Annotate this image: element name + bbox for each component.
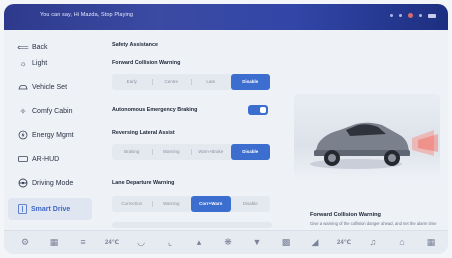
battery-icon xyxy=(428,13,436,18)
ldw-segmented-control: Correction Warning Corr+Warn Disable xyxy=(112,196,270,212)
sidebar-item-ar-hud[interactable]: AR-HUD xyxy=(18,154,59,164)
sidebar-item-back[interactable]: ⟸ Back xyxy=(17,42,48,52)
panel-title: Safety Assistance xyxy=(112,42,158,48)
sidebar-item-label: Driving Mode xyxy=(32,179,74,187)
defrost-rear-icon[interactable]: ▩ xyxy=(279,236,293,248)
bluetooth-icon xyxy=(399,14,402,17)
feature-preview: Forward Collision Warning Give a warning… xyxy=(280,30,448,230)
wiper-icon[interactable]: ⌞ xyxy=(163,236,177,248)
sidebar-item-comfy-cabin[interactable]: ✧ Comfy Cabin xyxy=(18,106,73,116)
bottom-dock: ⚙ ▦ ≡ 24℃ ◡ ⌞ ▴ ❋ ▼ ▩ ◢ 24℃ ♫ ⌂ ▦ xyxy=(4,230,448,254)
ldw-option-disable[interactable]: Disable xyxy=(231,196,271,212)
aeb-toggle[interactable] xyxy=(248,105,268,115)
fcw-option-late[interactable]: Late xyxy=(191,74,231,90)
scroll-hint xyxy=(112,222,272,228)
rla-option-warn-brake[interactable]: Warn+Brake xyxy=(191,144,231,160)
status-bar: You can say, Hi Mazda, Stop Playing xyxy=(4,4,448,30)
ldw-option-corr-warn[interactable]: Corr+Warn xyxy=(191,196,231,212)
smart-drive-icon xyxy=(17,204,27,214)
status-icons xyxy=(390,13,436,18)
sidebar-item-label: Comfy Cabin xyxy=(32,107,73,115)
sidebar-item-label: AR-HUD xyxy=(32,155,60,163)
voice-hint-text: You can say, Hi Mazda, Stop Playing xyxy=(40,12,134,18)
ldw-option-correction[interactable]: Correction xyxy=(112,196,152,212)
back-arrow-icon: ⟸ xyxy=(17,42,29,52)
ldw-label: Lane Departure Warning xyxy=(112,180,175,186)
fcw-option-centre[interactable]: Centre xyxy=(151,74,192,90)
rla-segmented-control: Braking Warning Warn+Brake Disable xyxy=(112,144,270,160)
seat-left-icon[interactable]: ◡ xyxy=(134,236,148,248)
settings-panel: Safety Assistance Forward Collision Warn… xyxy=(102,30,280,230)
sidebar: ⟸ Back ☼ Light Vehicle Set ✧ Comfy Cabin… xyxy=(4,30,102,230)
sidebar-item-driving-mode[interactable]: Driving Mode xyxy=(18,178,73,188)
power-icon[interactable]: ⚙ xyxy=(18,236,32,248)
sidebar-item-label: Energy Mgmt xyxy=(32,131,74,139)
parking-icon[interactable]: ▦ xyxy=(47,236,61,248)
sidebar-item-label: Light xyxy=(32,59,48,67)
screen: You can say, Hi Mazda, Stop Playing ⟸ Ba… xyxy=(4,4,448,254)
left-temperature[interactable]: 24℃ xyxy=(105,236,119,248)
seat-heater-icon[interactable]: ≡ xyxy=(76,236,90,248)
rla-option-braking[interactable]: Braking xyxy=(112,144,152,160)
energy-icon xyxy=(18,130,28,140)
light-icon: ☼ xyxy=(19,58,27,68)
sidebar-item-energy-mgmt[interactable]: Energy Mgmt xyxy=(18,130,74,140)
seat-icon: ✧ xyxy=(19,106,27,116)
fcw-label: Forward Collision Warning xyxy=(112,60,181,66)
info-description: Give a warning of the collision danger a… xyxy=(310,221,437,226)
volume-icon[interactable]: ♫ xyxy=(366,236,380,248)
steering-wheel-icon xyxy=(18,178,28,188)
seat-right-icon[interactable]: ◢ xyxy=(308,236,322,248)
sidebar-item-smart-drive[interactable]: Smart Drive xyxy=(8,198,92,220)
fan-icon[interactable]: ❋ xyxy=(221,236,235,248)
rla-option-disable[interactable]: Disable xyxy=(230,144,270,160)
sidebar-item-vehicle-set[interactable]: Vehicle Set xyxy=(18,82,67,92)
user-avatar-icon[interactable] xyxy=(408,13,413,18)
sidebar-item-label: Back xyxy=(32,43,48,51)
car-icon xyxy=(18,82,28,92)
signal-icon xyxy=(390,14,393,17)
sidebar-item-light[interactable]: ☼ Light xyxy=(18,58,47,68)
wifi-icon xyxy=(419,14,422,17)
fcw-segmented-control: Early Centre Late Disable xyxy=(112,74,270,90)
sidebar-item-label: Smart Drive xyxy=(31,205,71,213)
ldw-option-warning[interactable]: Warning xyxy=(151,196,192,212)
apps-icon[interactable]: ▦ xyxy=(424,236,438,248)
rla-label: Reversing Lateral Assist xyxy=(112,130,175,136)
sidebar-item-label: Vehicle Set xyxy=(32,83,68,91)
home-icon[interactable]: ⌂ xyxy=(395,236,409,248)
rla-option-warning[interactable]: Warning xyxy=(151,144,192,160)
defrost-front-icon[interactable]: ▼ xyxy=(250,236,264,248)
fcw-option-early[interactable]: Early xyxy=(112,74,152,90)
car-dock-icon[interactable]: ▴ xyxy=(192,236,206,248)
car-illustration xyxy=(294,94,440,180)
toggle-knob xyxy=(260,107,266,113)
fcw-option-disable[interactable]: Disable xyxy=(230,74,270,90)
hud-icon xyxy=(18,154,28,164)
info-title: Forward Collision Warning xyxy=(310,212,381,218)
aeb-label: Autonomous Emergency Braking xyxy=(112,107,198,113)
right-temperature[interactable]: 24℃ xyxy=(337,236,351,248)
